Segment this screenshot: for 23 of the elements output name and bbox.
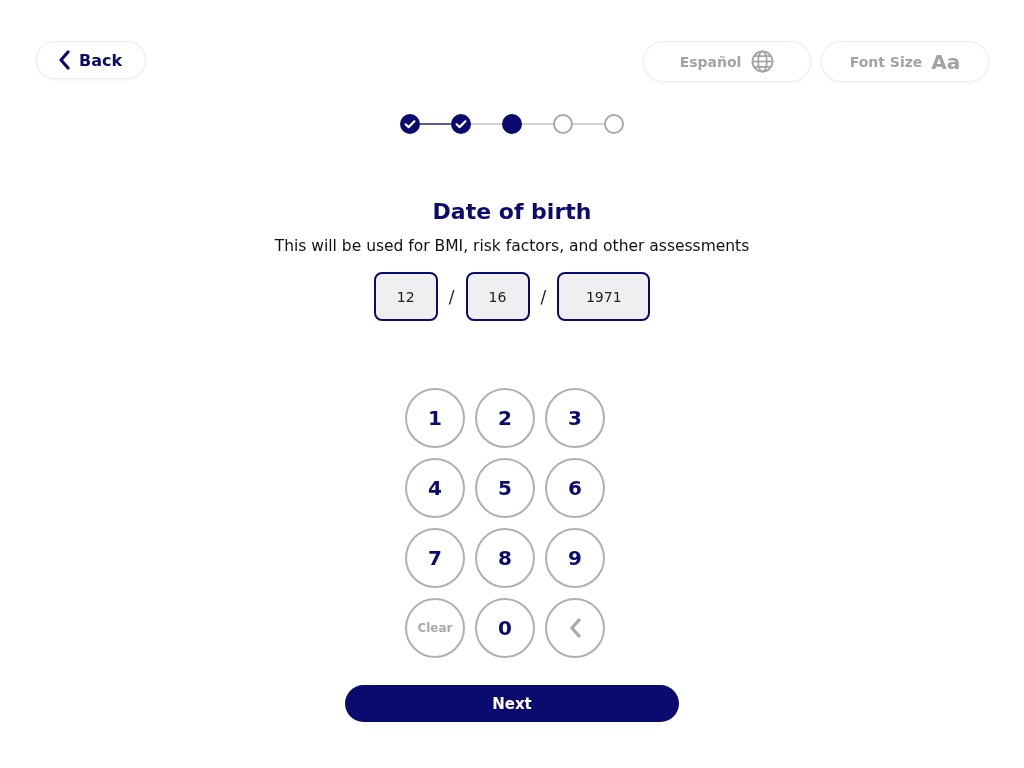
digit-key[interactable]: 6 [545, 458, 605, 518]
digit-key[interactable]: 7 [405, 528, 465, 588]
digit-key[interactable]: 1 [405, 388, 465, 448]
digit-key[interactable]: 5 [475, 458, 535, 518]
digit-key[interactable]: 0 [475, 598, 535, 658]
date-input-field[interactable]: 16 [465, 272, 530, 321]
date-separator: / [539, 286, 548, 307]
backspace-key[interactable] [545, 598, 605, 658]
date-input-field[interactable]: 1971 [557, 272, 651, 321]
date-separator: / [447, 286, 456, 307]
digit-key[interactable]: 2 [475, 388, 535, 448]
digit-key[interactable]: 8 [475, 528, 535, 588]
chevron-left-icon [58, 50, 70, 70]
page-title: Date of birth [432, 198, 592, 226]
chevron-left-icon [569, 618, 581, 638]
next-button[interactable]: Next [345, 685, 679, 722]
digit-key[interactable]: 3 [545, 388, 605, 448]
date-input-field[interactable]: 12 [373, 272, 438, 321]
back-button[interactable]: Back [36, 41, 146, 79]
page-subtitle: This will be used for BMI, risk factors, and other assessments [274, 236, 750, 256]
digit-key[interactable]: 9 [545, 528, 605, 588]
globe-icon [751, 50, 775, 73]
digit-key[interactable]: 4 [405, 458, 465, 518]
